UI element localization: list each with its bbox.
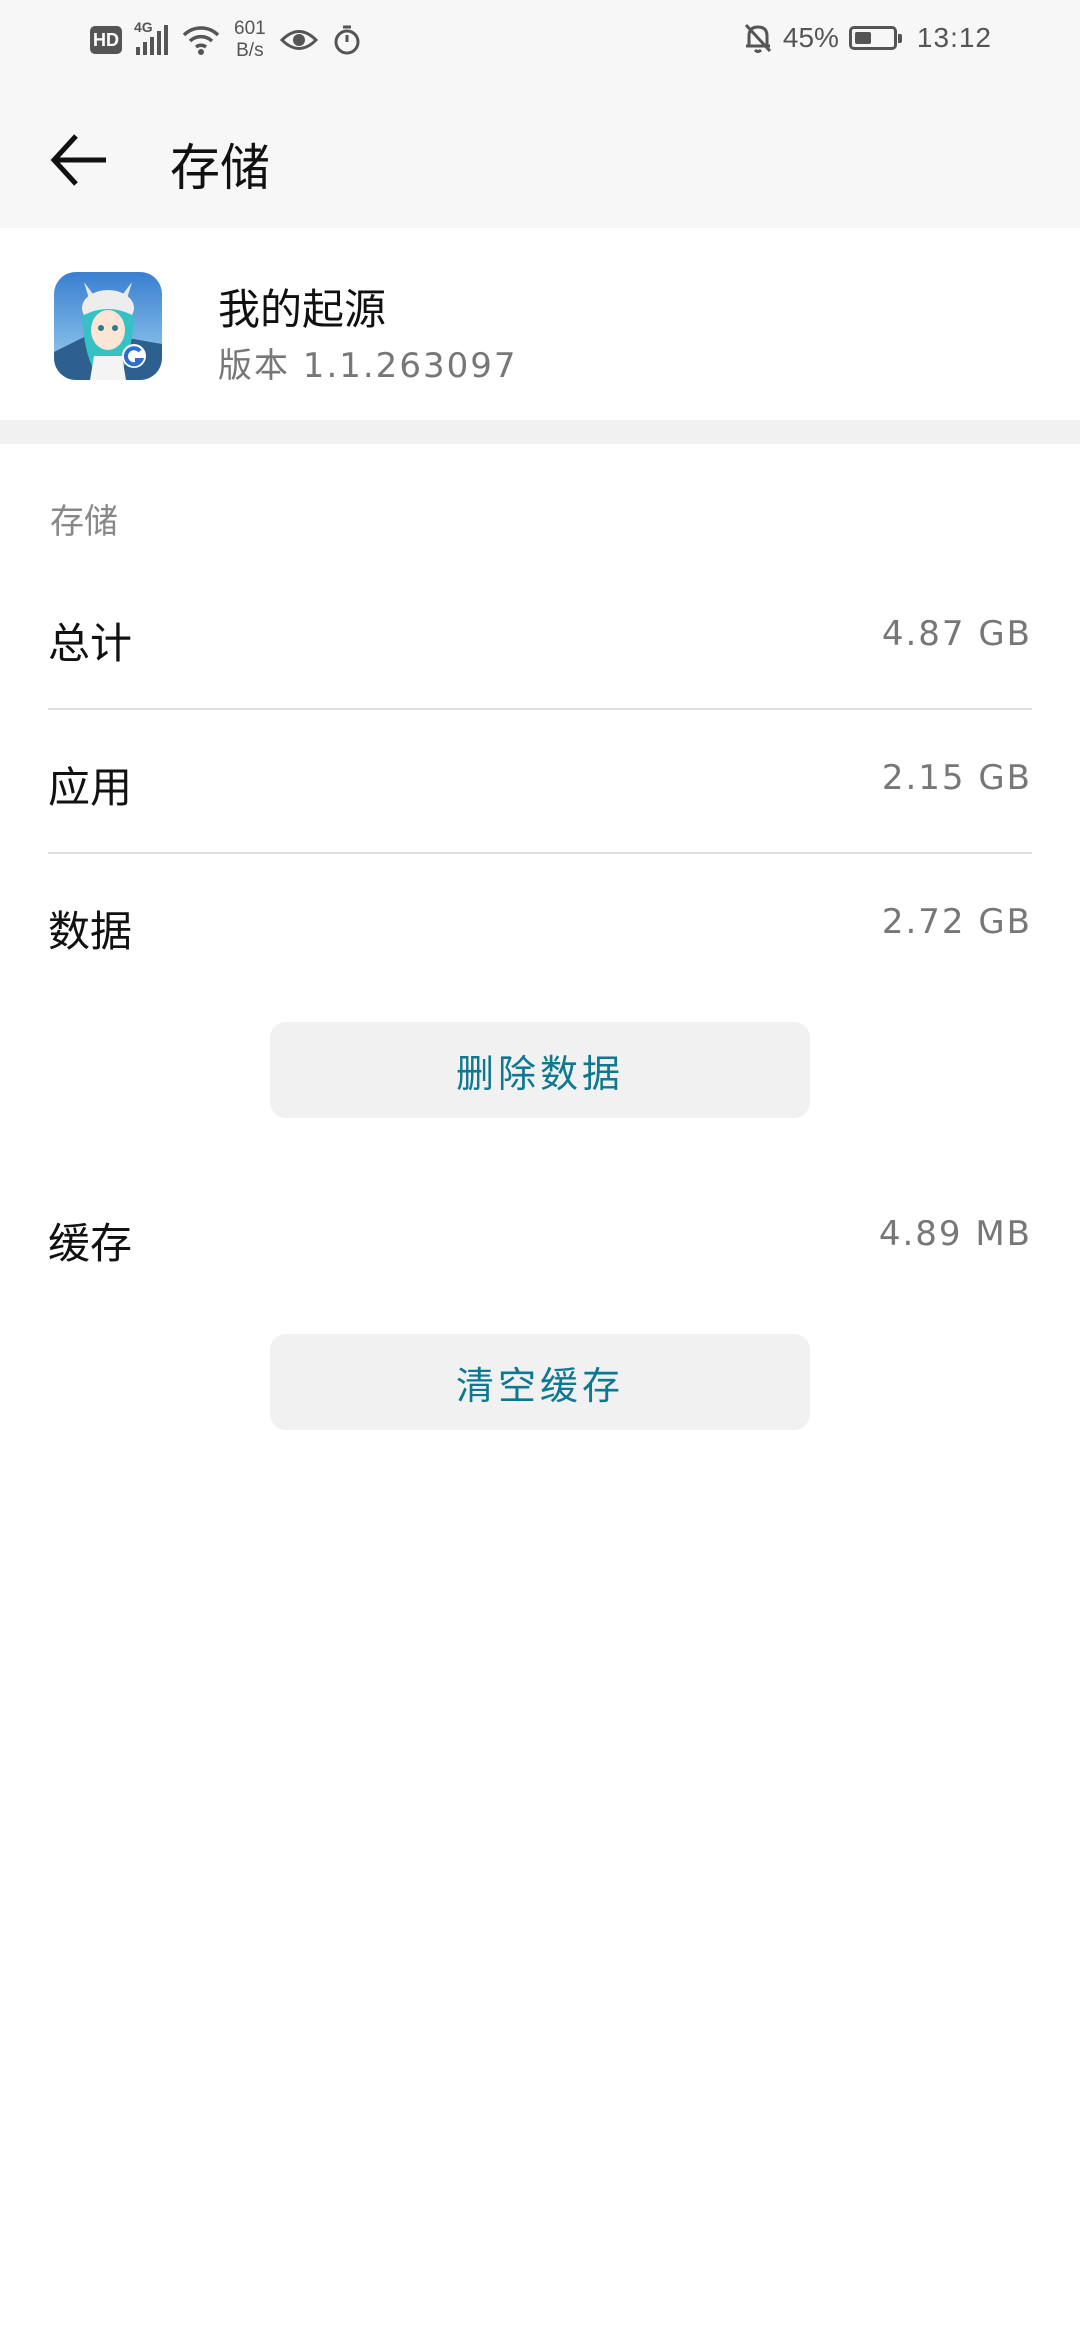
- bell-off-icon: [744, 23, 771, 53]
- cache-value: 4.89 MB: [878, 1214, 1032, 1254]
- data-row: 数据 2.72 GB: [48, 854, 1032, 998]
- total-label: 总计: [48, 619, 133, 668]
- app-version: 版本 1.1.263097: [218, 346, 518, 386]
- total-value: 4.87 GB: [881, 614, 1032, 654]
- app-size-label: 应用: [48, 763, 133, 812]
- battery-icon: [848, 26, 902, 50]
- status-bar-left: HD 4G 601 B/s: [90, 18, 362, 62]
- back-arrow-icon: [50, 134, 106, 186]
- title-bar: 存储: [0, 88, 1080, 228]
- app-name: 我的起源: [218, 285, 387, 334]
- wifi-icon: [182, 26, 220, 55]
- timer-icon: [334, 25, 360, 55]
- net-speed-unit: B/s: [236, 40, 264, 61]
- app-icon: [54, 272, 162, 380]
- section-divider: [0, 420, 1080, 444]
- battery-fill: [854, 32, 872, 44]
- app-info-card: 我的起源 版本 1.1.263097: [0, 228, 1080, 420]
- eye-icon: [279, 30, 318, 50]
- delete-data-button[interactable]: 删除数据: [270, 1022, 810, 1118]
- network-type-label: 4G: [134, 19, 153, 35]
- total-row: 总计 4.87 GB: [48, 566, 1032, 710]
- hd-badge: HD: [90, 26, 122, 54]
- clear-cache-button[interactable]: 清空缓存: [270, 1334, 810, 1430]
- data-label: 数据: [48, 907, 133, 956]
- status-bar: HD 4G 601 B/s 45% 13:12: [0, 0, 1080, 88]
- back-button[interactable]: [44, 124, 116, 196]
- app-size-value: 2.15 GB: [881, 758, 1032, 798]
- battery-percent: 45%: [782, 22, 839, 53]
- cache-row: 缓存 4.89 MB: [48, 1166, 1032, 1310]
- net-speed-value: 601: [234, 18, 266, 39]
- page-title: 存储: [170, 139, 270, 197]
- signal-icon: 4G: [134, 19, 168, 55]
- storage-section-title: 存储: [50, 502, 118, 542]
- data-value: 2.72 GB: [881, 902, 1032, 942]
- app-size-row: 应用 2.15 GB: [48, 710, 1032, 854]
- status-bar-right: 45% 13:12: [743, 22, 992, 54]
- cache-label: 缓存: [48, 1219, 133, 1268]
- net-speed: 601 B/s: [234, 18, 266, 62]
- clock: 13:12: [916, 22, 992, 53]
